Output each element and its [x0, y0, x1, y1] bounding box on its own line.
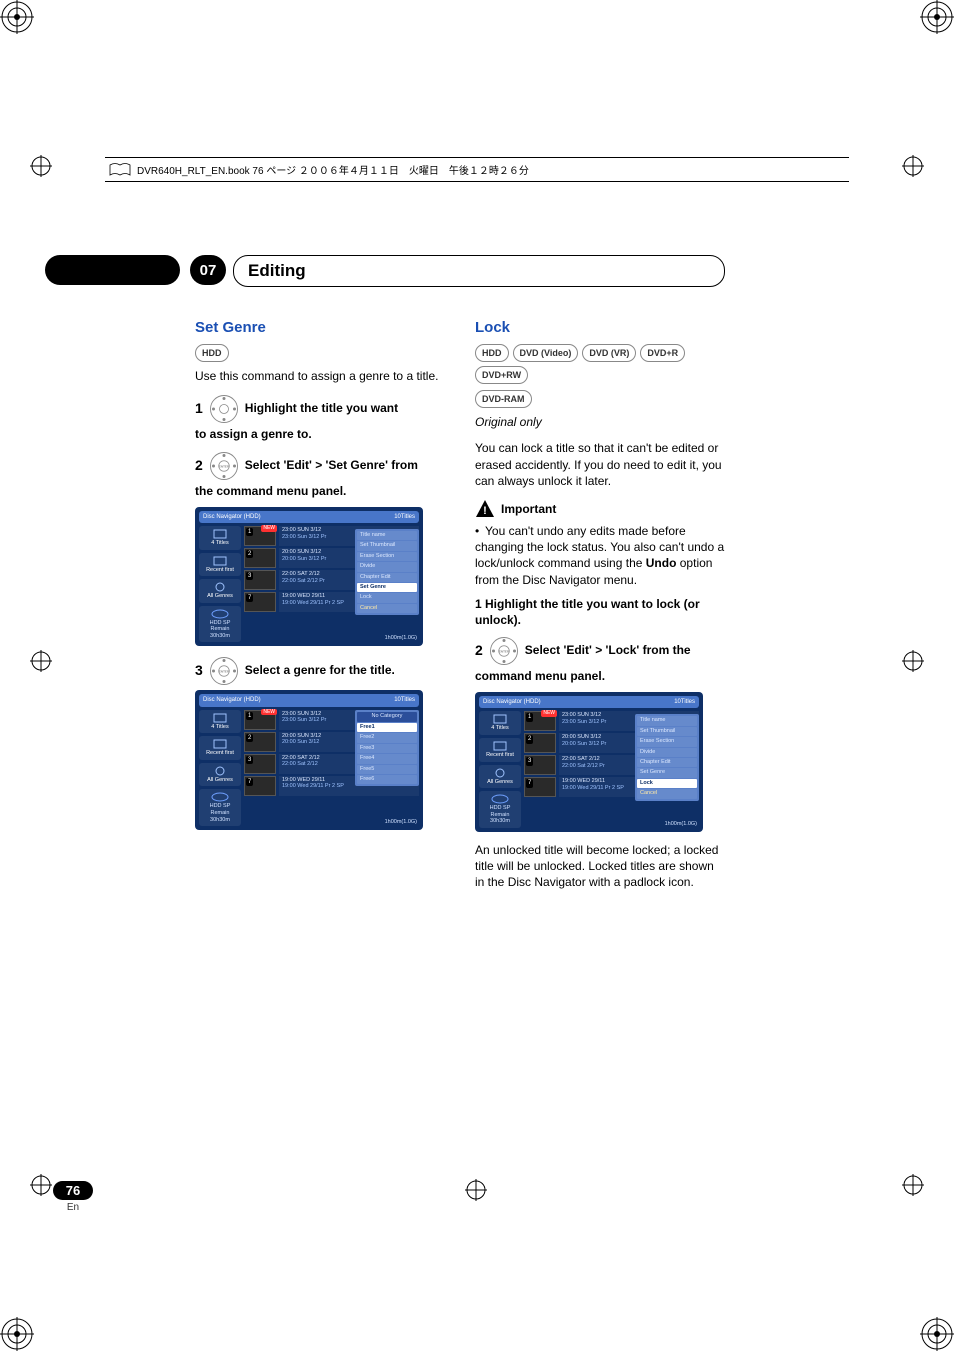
chapter-title: Editing [233, 255, 725, 287]
svg-text:ENTER: ENTER [219, 670, 230, 674]
svg-text:ENTER: ENTER [219, 464, 230, 468]
step-number: 2 [475, 636, 483, 664]
media-badge: DVD (Video) [513, 344, 579, 362]
edit-menu-popup: Title name Set Thumbnail Erase Section D… [355, 529, 419, 615]
intro-text: Use this command to assign a genre to a … [195, 368, 445, 384]
svg-text:ENTER: ENTER [499, 650, 510, 654]
frame-header-text: DVR640H_RLT_EN.book 76 ページ ２００６年４月１１日 火曜… [137, 162, 529, 177]
original-only: Original only [475, 414, 725, 430]
registration-mark [0, 1317, 34, 1351]
step-number: 2 [195, 451, 203, 479]
step-1-lock: 1 Highlight the title you want to lock (… [475, 596, 725, 628]
side-genres: All Genres [199, 579, 241, 603]
genre-list-popup: No Category Free1 Free2 Free3 Free4 Free… [355, 710, 419, 786]
media-badge: DVD+RW [475, 366, 528, 384]
step-2-lock-cont: command menu panel. [475, 668, 725, 684]
media-badge-hdd: HDD [195, 344, 229, 362]
left-column: Set Genre HDD Use this command to assign… [195, 318, 445, 901]
target-icon [902, 155, 924, 177]
media-badge: HDD [475, 344, 509, 362]
registration-mark [920, 1317, 954, 1351]
target-icon [30, 650, 52, 672]
target-icon [465, 1179, 487, 1201]
section-heading-lock: Lock [475, 318, 725, 338]
dn-title: Disc Navigator (HDD) [203, 513, 261, 521]
media-badge: DVD (VR) [582, 344, 636, 362]
side-recent: Recent first [199, 553, 241, 577]
disc-navigator-screenshot: Disc Navigator (HDD) 10Titles 4 Titles R… [475, 692, 703, 832]
right-column: Lock HDD DVD (Video) DVD (VR) DVD+R DVD+… [475, 318, 725, 901]
disc-navigator-screenshot: Disc Navigator (HDD) 10Titles 4 Titles R… [195, 507, 423, 647]
dn-footer: 1h00m(1.0G) [385, 635, 417, 642]
step-number: 3 [195, 656, 203, 684]
frame-header: DVR640H_RLT_EN.book 76 ページ ２００６年４月１１日 火曜… [105, 157, 849, 182]
disc-navigator-screenshot: Disc Navigator (HDD) 10Titles 4 Titles R… [195, 690, 423, 830]
important-heading: ! Important [475, 499, 725, 519]
dpad-icon [209, 394, 239, 424]
step-number: 1 [195, 394, 203, 422]
step-2: 2 ENTER Select 'Edit' > 'Set Genre' from [195, 451, 445, 481]
dpad-enter-icon: ENTER [489, 636, 519, 666]
page-lang: En [53, 1202, 93, 1213]
dn-count: 10Titles [394, 513, 415, 521]
registration-mark [0, 0, 34, 34]
chapter-tab [45, 255, 180, 285]
important-icon: ! [475, 499, 495, 519]
important-label: Important [501, 501, 556, 517]
media-badge: DVD-RAM [475, 390, 532, 408]
page-number: 76 [53, 1181, 93, 1200]
chapter-header: 07 Editing [45, 255, 725, 285]
step-text: Highlight the title you want [245, 394, 398, 416]
lock-intro: You can lock a title so that it can't be… [475, 440, 725, 489]
side-titles: 4 Titles [199, 526, 241, 550]
step-text: Select 'Edit' > 'Set Genre' from [245, 451, 418, 473]
step-1-cont: to assign a genre to. [195, 426, 445, 442]
svg-text:!: ! [483, 505, 487, 517]
target-icon [902, 650, 924, 672]
edit-menu-popup: Title name Set Thumbnail Erase Section D… [635, 714, 699, 800]
dpad-enter-icon: ENTER [209, 451, 239, 481]
step-text: Select a genre for the title. [245, 656, 395, 678]
important-bullet: •You can't undo any edits made before ch… [475, 523, 725, 588]
chapter-number: 07 [190, 255, 226, 285]
target-icon [30, 155, 52, 177]
book-icon [109, 163, 131, 177]
step-2-lock: 2 ENTER Select 'Edit' > 'Lock' from the [475, 636, 725, 666]
section-heading-set-genre: Set Genre [195, 318, 445, 338]
step-1: 1 Highlight the title you want [195, 394, 445, 424]
target-icon [902, 1174, 924, 1196]
dn-title: Disc Navigator (HDD) [203, 696, 261, 704]
side-media: HDD SP Remain30h30m [199, 606, 241, 643]
target-icon [30, 1174, 52, 1196]
lock-outro: An unlocked title will become locked; a … [475, 842, 725, 891]
registration-mark [920, 0, 954, 34]
dpad-enter-icon: ENTER [209, 656, 239, 686]
page-footer: 76 En [53, 1181, 93, 1213]
media-badge: DVD+R [640, 344, 685, 362]
step-text: Select 'Edit' > 'Lock' from the [525, 636, 691, 658]
step-2-cont: the command menu panel. [195, 483, 445, 499]
dn-count: 10Titles [394, 696, 415, 704]
step-3: 3 ENTER Select a genre for the title. [195, 656, 445, 686]
